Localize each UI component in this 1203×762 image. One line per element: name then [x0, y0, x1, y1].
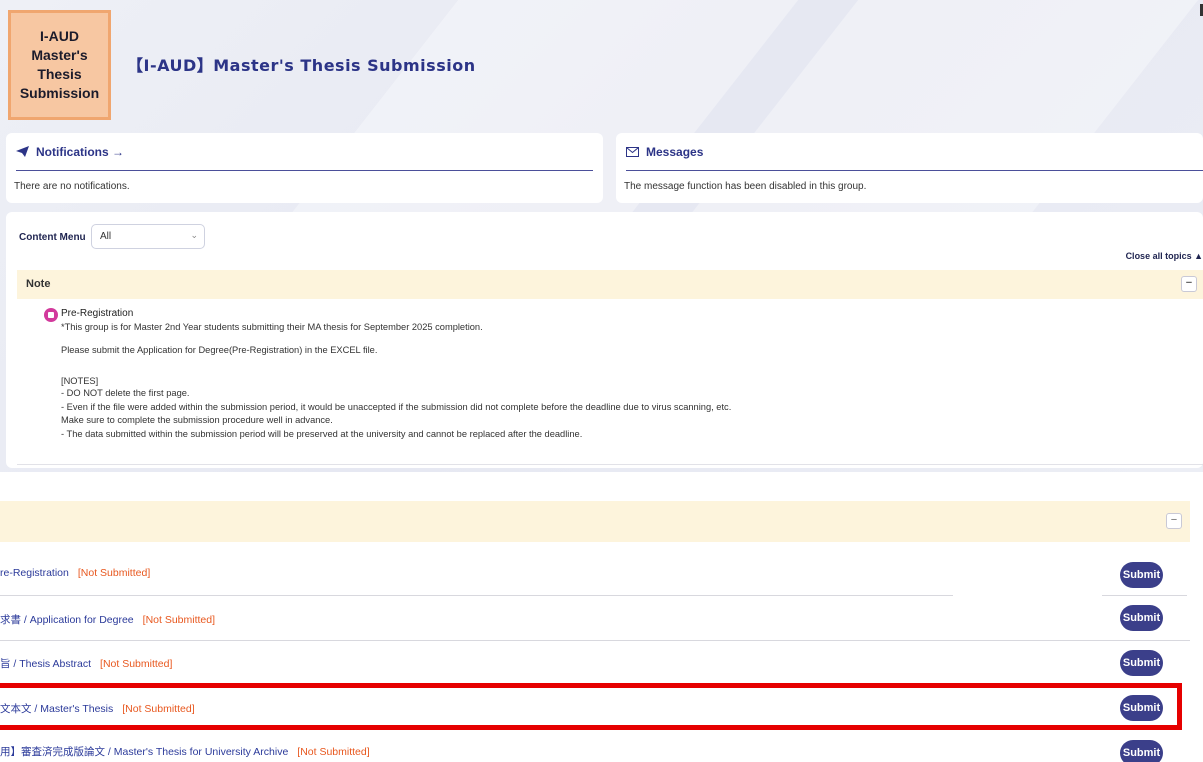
- submission-row-pre-registration[interactable]: re-Registration [Not Submitted]: [0, 567, 150, 579]
- note-line: Please submit the Application for Degree…: [61, 345, 378, 355]
- note-line: [NOTES]: [61, 376, 99, 386]
- submission-status: [Not Submitted]: [142, 614, 216, 626]
- note-line: *This group is for Master 2nd Year stude…: [61, 322, 483, 332]
- highlight-annotation: [0, 683, 1182, 730]
- row-divider: [1102, 595, 1187, 596]
- collapse-submission-button[interactable]: −: [1166, 513, 1182, 529]
- content-menu-selected: All: [100, 231, 112, 242]
- note-line: - The data submitted within the submissi…: [61, 429, 583, 439]
- row-divider: [0, 640, 1190, 641]
- note-line: - DO NOT delete the first page.: [61, 388, 190, 398]
- messages-header: Messages: [626, 133, 1203, 171]
- note-section-header[interactable]: Note −: [17, 270, 1203, 299]
- topic-title: Pre-Registration: [61, 308, 134, 319]
- submission-status: [Not Submitted]: [100, 658, 173, 670]
- messages-heading: Messages: [646, 144, 704, 159]
- divider: [17, 464, 1203, 465]
- submission-status: [Not Submitted]: [77, 567, 151, 579]
- submission-row-application-for-degree[interactable]: 求書 / Application for Degree [Not Submitte…: [0, 612, 215, 627]
- note-line: Make sure to complete the submission pro…: [61, 415, 333, 425]
- submission-status: [Not Submitted]: [297, 746, 370, 758]
- page-title: 【I-AUD】Master's Thesis Submission: [127, 56, 476, 75]
- submission-row-thesis-abstract[interactable]: 旨 / Thesis Abstract [Not Submitted]: [0, 656, 172, 671]
- submission-title[interactable]: 用】審査済完成版論文 / Master's Thesis for Univers…: [0, 746, 288, 758]
- submit-button-thesis-abstract[interactable]: Submit: [1120, 650, 1163, 676]
- paper-plane-icon: [16, 146, 29, 157]
- submit-button-pre-registration[interactable]: Submit: [1120, 562, 1163, 588]
- submit-button-university-archive[interactable]: Submit: [1120, 740, 1163, 762]
- content-menu-label: Content Menu: [19, 232, 86, 243]
- close-all-topics-link[interactable]: Close all topics ▲: [1126, 251, 1203, 261]
- submission-row-university-archive[interactable]: 用】審査済完成版論文 / Master's Thesis for Univers…: [0, 744, 370, 759]
- notifications-panel: Notifications → There are no notificatio…: [6, 133, 603, 203]
- submit-button-application-for-degree[interactable]: Submit: [1120, 605, 1163, 631]
- row-divider: [0, 595, 953, 596]
- content-menu-select[interactable]: All ⌄: [91, 224, 205, 249]
- messages-disabled-text: The message function has been disabled i…: [624, 181, 867, 192]
- note-section-title: Note: [26, 278, 51, 290]
- submission-title[interactable]: 旨 / Thesis Abstract: [0, 658, 91, 670]
- group-logo-text: I-AUD Master's Thesis Submission: [19, 28, 100, 101]
- notifications-header[interactable]: Notifications →: [16, 133, 593, 171]
- upper-background: I-AUD Master's Thesis Submission 【I-AUD】…: [0, 0, 1203, 472]
- collapse-note-button[interactable]: −: [1181, 276, 1197, 292]
- group-logo: I-AUD Master's Thesis Submission: [8, 10, 111, 120]
- submission-section-header[interactable]: −: [0, 501, 1190, 542]
- note-line: - Even if the file were added within the…: [61, 402, 732, 412]
- envelope-icon: [626, 146, 639, 157]
- chevron-down-icon: ⌄: [190, 230, 198, 240]
- submission-title[interactable]: re-Registration: [0, 567, 69, 579]
- topic-icon: [44, 308, 58, 322]
- content-panel: Content Menu All ⌄ Close all topics ▲ No…: [6, 212, 1203, 468]
- messages-panel: Messages The message function has been d…: [616, 133, 1203, 203]
- submission-title[interactable]: 求書 / Application for Degree: [0, 614, 134, 626]
- notifications-heading[interactable]: Notifications →: [36, 145, 124, 159]
- notifications-empty-text: There are no notifications.: [14, 181, 130, 192]
